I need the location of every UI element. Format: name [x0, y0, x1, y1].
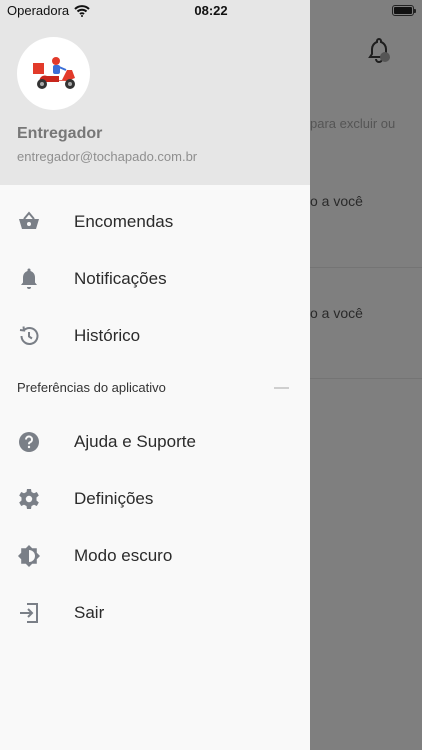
menu-item-encomendas[interactable]: Encomendas: [0, 198, 310, 246]
avatar[interactable]: [17, 37, 90, 110]
menu-item-label: Notificações: [74, 269, 167, 288]
menu-item-notificacoes[interactable]: Notificações: [0, 255, 310, 303]
menu-item-ajuda[interactable]: Ajuda e Suporte: [0, 418, 310, 466]
menu-item-label: Histórico: [74, 326, 141, 345]
history-icon: [17, 324, 41, 348]
basket-icon: [17, 210, 41, 234]
battery-icon: [392, 5, 416, 16]
background-hint: para excluir ou: [310, 116, 396, 131]
user-name: Entregador: [17, 125, 103, 142]
drawer-header: Entregador entregador@tochapado.com.br: [0, 0, 310, 185]
menu-item-definicoes[interactable]: Definições: [0, 475, 310, 523]
scooter-delivery-icon: [32, 56, 75, 89]
navigation-drawer: Entregador entregador@tochapado.com.br E…: [0, 0, 310, 750]
menu-item-label: Ajuda e Suporte: [74, 432, 196, 451]
wifi-icon: [74, 4, 90, 17]
menu-item-label: Sair: [74, 603, 105, 622]
menu-item-label: Modo escuro: [74, 546, 173, 565]
logout-icon: [17, 601, 41, 625]
background-row-text: o a você: [310, 193, 363, 209]
divider: [310, 267, 422, 268]
menu-item-historico[interactable]: Histórico: [0, 312, 310, 360]
menu-item-modo-escuro[interactable]: Modo escuro: [0, 532, 310, 580]
help-icon: [17, 430, 41, 454]
carrier: Operadora: [7, 3, 90, 18]
gear-icon: [17, 487, 41, 511]
background-row-text: o a você: [310, 305, 363, 321]
section-title: Preferências do aplicativo: [17, 380, 166, 395]
divider: [310, 378, 422, 379]
user-email: entregador@tochapado.com.br: [17, 149, 198, 164]
brightness-icon: [17, 544, 41, 568]
menu-item-label: Definições: [74, 489, 154, 508]
bell-icon: [17, 267, 41, 291]
clock: 08:22: [194, 3, 228, 18]
bell-icon[interactable]: [366, 38, 392, 64]
status-bar: Operadora 08:22: [0, 0, 422, 22]
collapse-dash-icon[interactable]: [274, 387, 289, 389]
carrier-label: Operadora: [7, 3, 70, 18]
menu-item-label: Encomendas: [74, 212, 174, 231]
menu-item-sair[interactable]: Sair: [0, 589, 310, 637]
